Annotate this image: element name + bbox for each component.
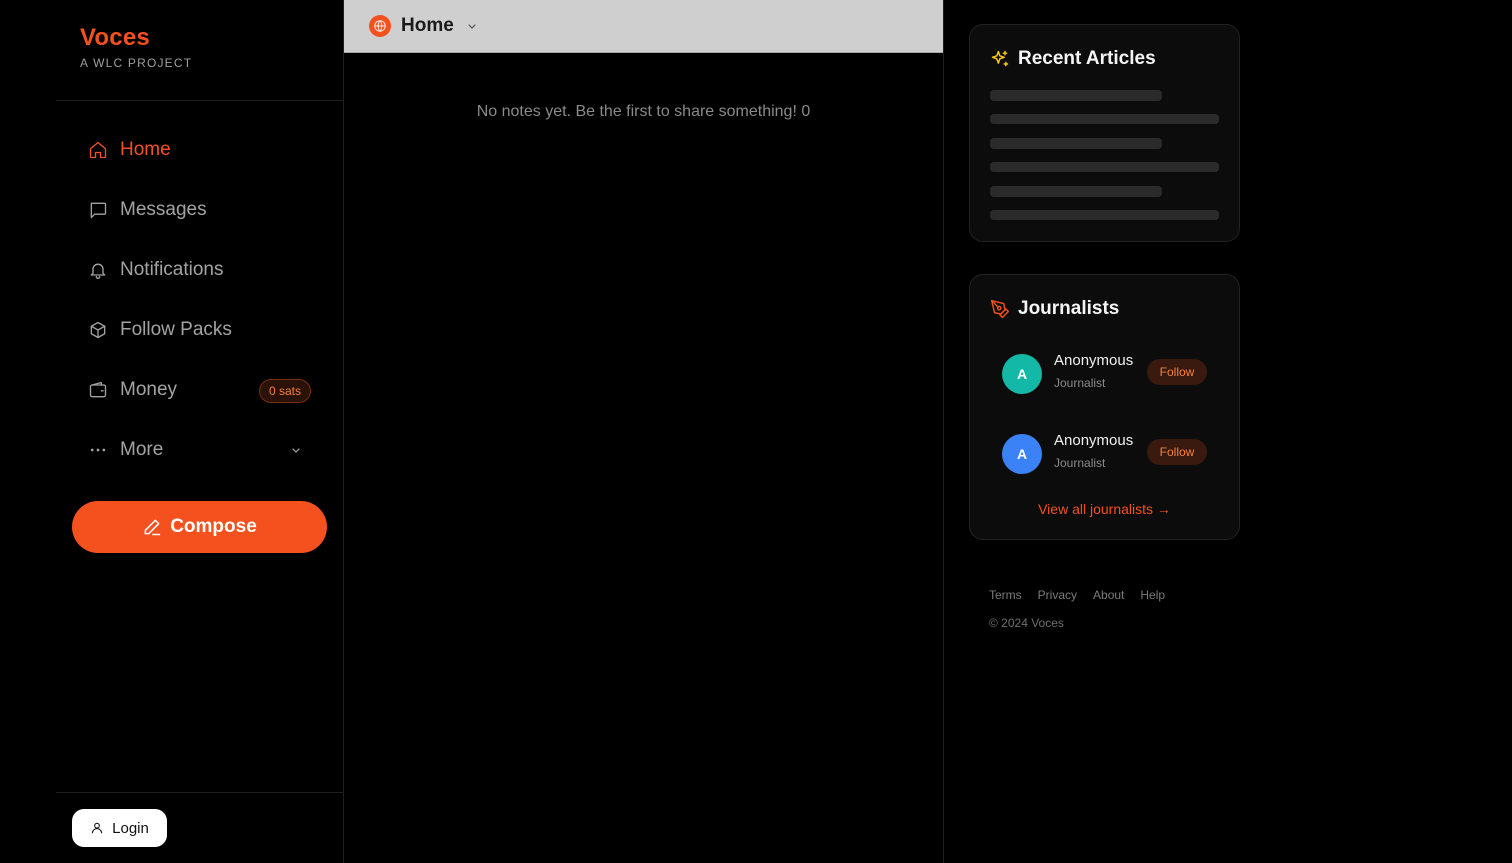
journalists-card: Journalists A Anonymous Journalist Follo… xyxy=(969,274,1240,540)
nav-item-money[interactable]: Money 0 sats xyxy=(72,360,328,420)
nav-item-follow-packs[interactable]: Follow Packs xyxy=(72,300,328,360)
chevron-down-icon xyxy=(288,442,304,458)
avatar[interactable]: A xyxy=(1002,434,1042,474)
ellipsis-icon xyxy=(88,440,108,460)
nav-item-notifications[interactable]: Notifications xyxy=(72,240,328,300)
main-nav: Home Messages Notifications Follow Packs… xyxy=(72,120,328,480)
nav-item-label: More xyxy=(120,439,164,460)
footer-link-about[interactable]: About xyxy=(1093,588,1124,602)
nav-item-label: Money xyxy=(120,379,178,400)
card-title: Recent Articles xyxy=(1018,48,1156,69)
footer-link-help[interactable]: Help xyxy=(1140,588,1165,602)
journalist-role: Journalist xyxy=(1054,456,1106,470)
user-icon xyxy=(91,822,103,834)
pen-tool-icon xyxy=(990,299,1010,319)
avatar[interactable]: A xyxy=(1002,354,1042,394)
recent-articles-card: Recent Articles xyxy=(969,24,1240,242)
loading-placeholder xyxy=(990,90,1162,101)
wallet-icon xyxy=(88,380,108,400)
money-badge: 0 sats xyxy=(258,379,311,403)
divider xyxy=(56,100,344,101)
nav-item-home[interactable]: Home xyxy=(72,120,328,180)
journalist-item[interactable]: A Anonymous Journalist Follow xyxy=(1002,432,1208,476)
feed-title: Home xyxy=(401,15,454,36)
loading-placeholder xyxy=(990,114,1219,124)
card-title: Journalists xyxy=(1018,298,1120,319)
loading-placeholder xyxy=(990,138,1162,149)
bell-icon xyxy=(88,260,108,280)
loading-placeholder xyxy=(990,162,1219,172)
card-header: Recent Articles xyxy=(990,48,1156,70)
feed-selector[interactable]: Home xyxy=(344,0,943,53)
follow-button[interactable]: Follow xyxy=(1147,359,1207,385)
compose-label: Compose xyxy=(170,516,257,537)
nav-item-label: Notifications xyxy=(120,259,224,280)
footer-link-terms[interactable]: Terms xyxy=(989,588,1022,602)
brand-subtitle: A WLC PROJECT xyxy=(80,56,193,70)
nav-item-label: Follow Packs xyxy=(120,319,232,340)
copyright: © 2024 Voces xyxy=(989,616,1064,630)
nav-item-messages[interactable]: Messages xyxy=(72,180,328,240)
pen-icon xyxy=(144,519,161,536)
sparkles-icon xyxy=(991,50,1009,67)
nav-item-more[interactable]: More xyxy=(72,420,328,480)
journalist-name[interactable]: Anonymous xyxy=(1054,352,1133,369)
home-icon xyxy=(88,140,108,160)
nav-item-label: Home xyxy=(120,139,171,160)
brand[interactable]: Voces A WLC PROJECT xyxy=(80,24,192,70)
sidebar: Voces A WLC PROJECT Home Messages Notifi… xyxy=(56,0,344,863)
nav-item-label: Messages xyxy=(120,199,207,220)
chevron-down-icon xyxy=(464,18,480,34)
journalist-item[interactable]: A Anonymous Journalist Follow xyxy=(1002,352,1208,396)
follow-button[interactable]: Follow xyxy=(1147,439,1207,465)
compose-button[interactable]: Compose xyxy=(72,501,327,553)
login-label: Login xyxy=(112,819,149,837)
card-header: Journalists xyxy=(990,298,1119,320)
package-icon xyxy=(88,320,108,340)
globe-icon xyxy=(369,15,391,37)
divider xyxy=(56,792,344,793)
journalist-name[interactable]: Anonymous xyxy=(1054,432,1133,449)
loading-placeholder xyxy=(990,186,1162,197)
footer-link-privacy[interactable]: Privacy xyxy=(1038,588,1077,602)
main-feed: Home No notes yet. Be the first to share… xyxy=(344,0,944,863)
footer-links: Terms Privacy About Help xyxy=(989,588,1165,602)
view-all-journalists-link[interactable]: View all journalists → xyxy=(970,501,1239,517)
journalist-role: Journalist xyxy=(1054,376,1106,390)
login-button[interactable]: Login xyxy=(72,809,167,847)
empty-feed-message: No notes yet. Be the first to share some… xyxy=(476,103,811,120)
brand-name[interactable]: Voces xyxy=(80,24,192,52)
message-icon xyxy=(88,200,108,220)
loading-placeholder xyxy=(990,210,1219,220)
